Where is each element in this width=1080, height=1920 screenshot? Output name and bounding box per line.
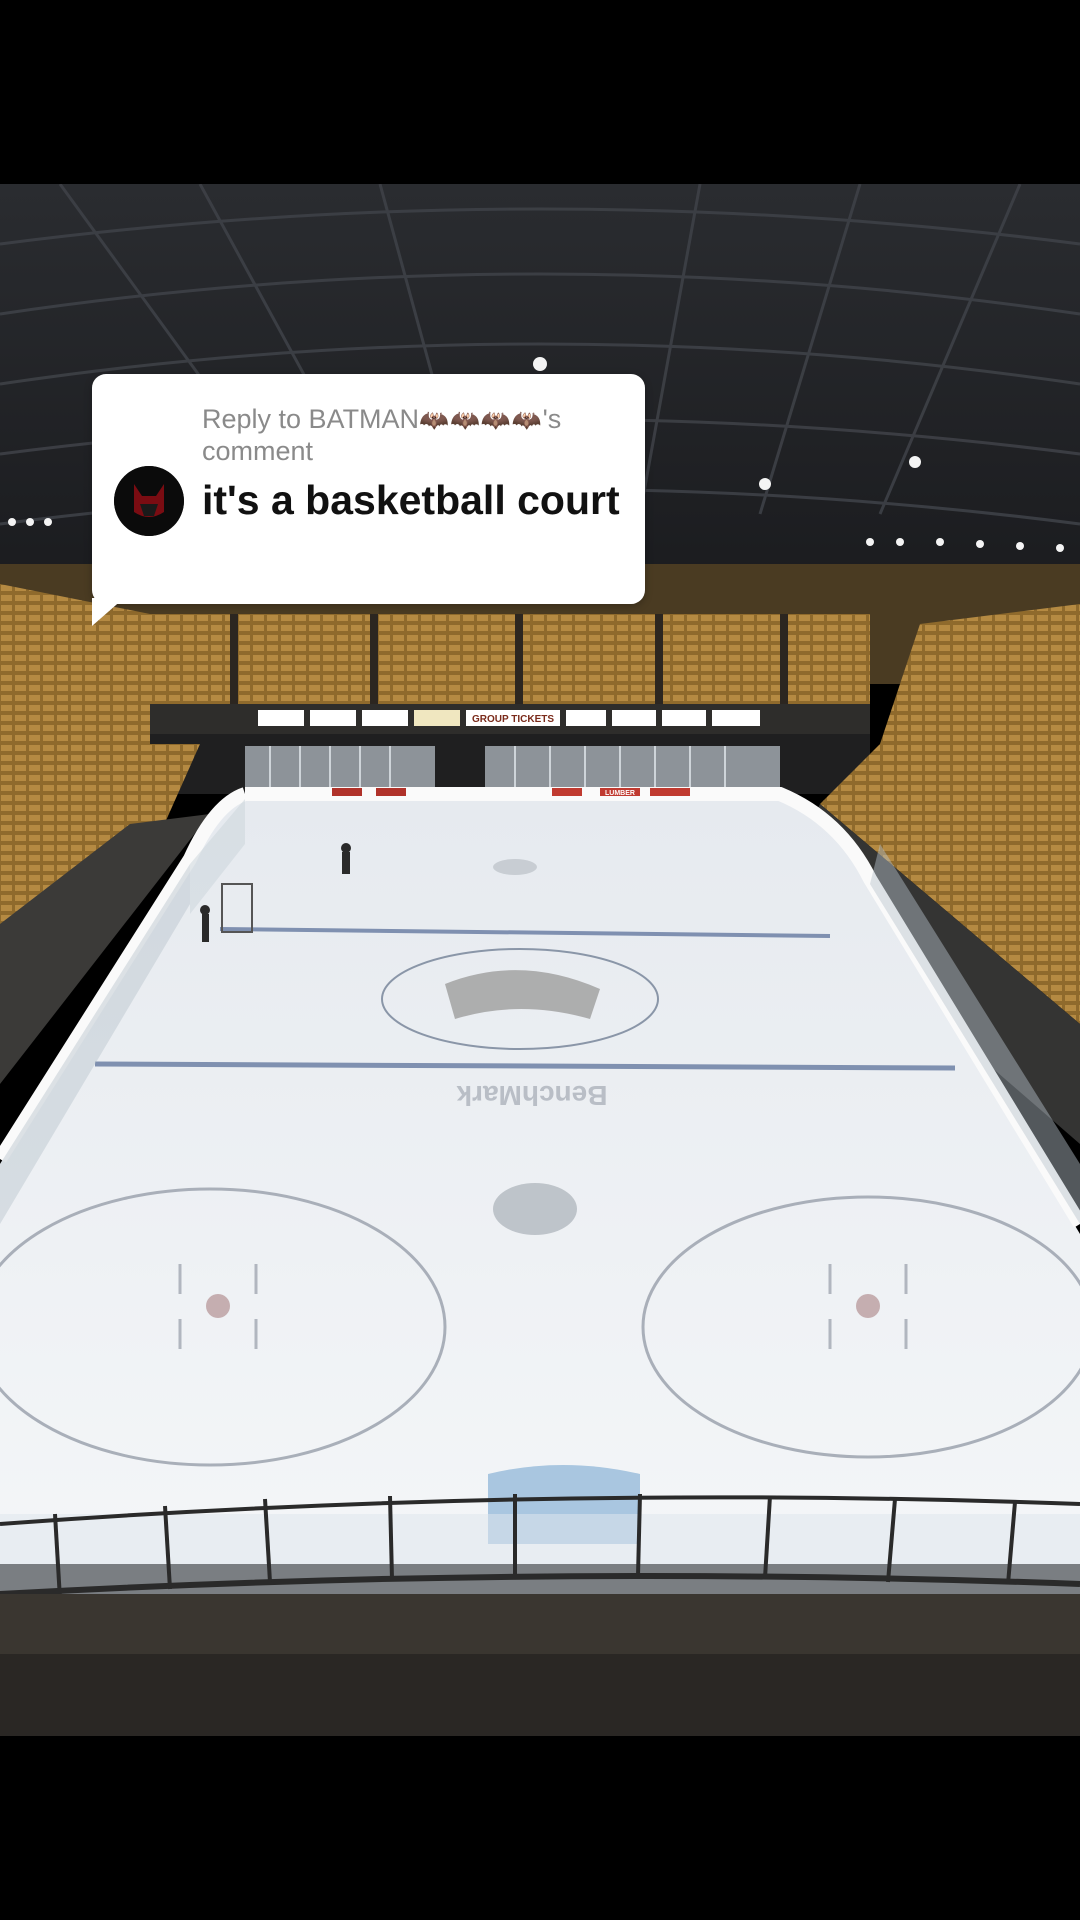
reply-to-label: Reply to BATMAN🦇🦇🦇🦇's comment xyxy=(202,404,632,466)
sign-lumber: LUMBER xyxy=(605,790,635,797)
bat-emojis: 🦇🦇🦇🦇 xyxy=(419,407,543,434)
reply-comment-sticker[interactable]: Reply to BATMAN🦇🦇🦇🦇's comment it's a bas… xyxy=(92,374,645,604)
commenter-avatar[interactable] xyxy=(114,466,184,536)
bubble-tail xyxy=(92,598,124,626)
sign-group-tickets: GROUP TICKETS xyxy=(472,714,554,725)
comment-text: it's a basketball court xyxy=(202,477,620,523)
video-frame[interactable]: GROUP TICKETS LUMBER BenchMark Reply to … xyxy=(0,0,1080,1920)
reply-prefix: Reply to BATMAN xyxy=(202,404,420,434)
center-ice-logo: BenchMark xyxy=(456,1080,607,1111)
avatar-image xyxy=(114,466,184,536)
